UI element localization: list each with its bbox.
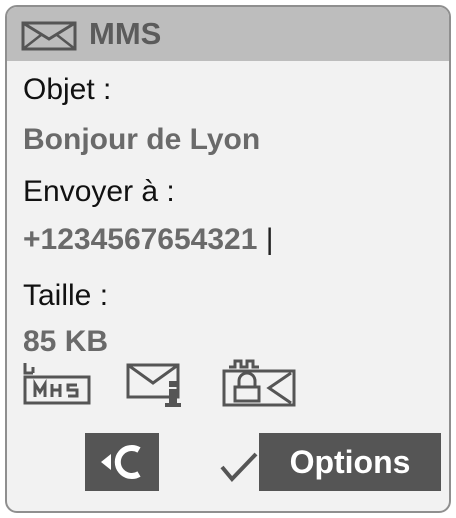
message-info-icon[interactable] <box>125 361 189 409</box>
envelope-icon <box>21 21 77 51</box>
clear-back-softkey[interactable] <box>85 433 159 491</box>
recipient-label: Envoyer à : <box>23 175 175 208</box>
phone-screen: MMS Objet : Bonjour de Lyon Envoyer à : … <box>5 5 451 513</box>
recipient-field[interactable]: +1234567654321 | <box>23 223 274 257</box>
text-cursor: | <box>265 223 274 256</box>
title-bar: MMS <box>7 7 449 61</box>
size-value: 85 KB <box>23 325 109 358</box>
subject-label: Objet : <box>23 73 112 106</box>
recipient-value: +1234567654321 <box>23 223 258 256</box>
mms-picture-icon[interactable] <box>21 361 93 407</box>
screen-title: MMS <box>89 16 162 51</box>
clear-back-icon <box>101 445 141 479</box>
checkmark-icon[interactable] <box>219 451 259 483</box>
size-label: Taille : <box>23 279 109 312</box>
options-softkey[interactable]: Options <box>259 433 441 491</box>
subject-field[interactable]: Bonjour de Lyon <box>23 123 260 157</box>
locked-message-icon[interactable] <box>221 357 297 409</box>
